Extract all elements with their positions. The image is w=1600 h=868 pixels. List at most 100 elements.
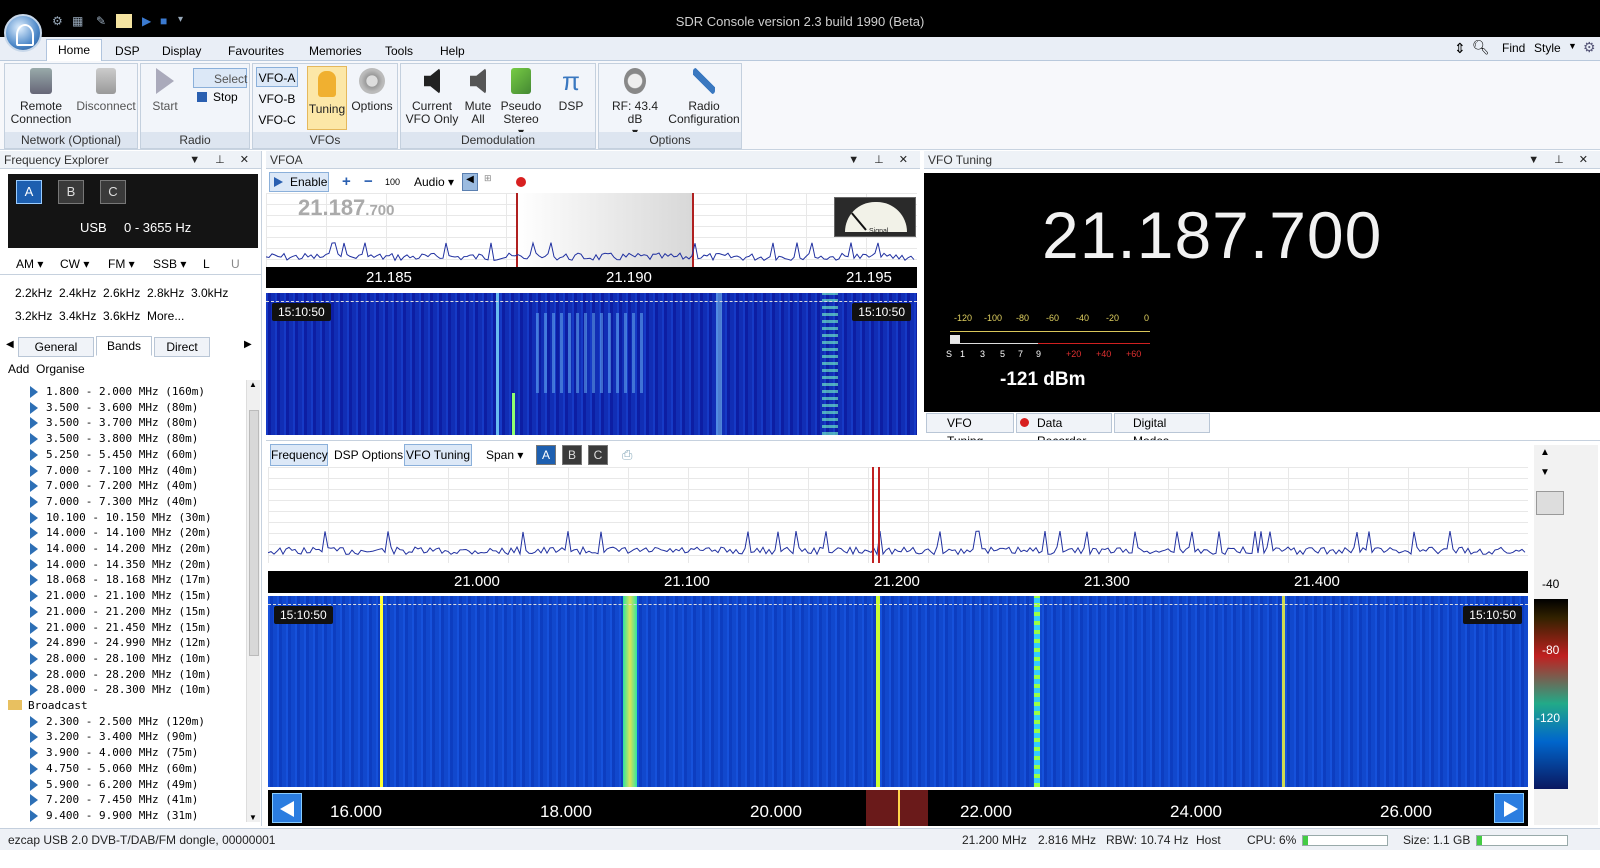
mode-ssb[interactable]: SSB ▾ <box>153 257 186 271</box>
overview-scale[interactable]: 16.000 18.000 20.000 22.000 24.000 26.00… <box>268 790 1528 826</box>
bandwidth-3.6[interactable]: 3.6kHz <box>103 309 140 323</box>
print-icon[interactable]: ⎙ <box>622 447 632 463</box>
plus-icon[interactable]: + <box>342 173 351 190</box>
bandwidth-more[interactable]: More... <box>147 309 184 323</box>
speaker-icon[interactable]: ◀ <box>462 173 478 191</box>
band-item[interactable]: 14.000 - 14.100 MHz (20m) <box>46 525 212 541</box>
rf-gain-button[interactable]: RF: 43.4 dB▾ <box>603 68 667 139</box>
tab-help[interactable]: Help <box>430 41 475 61</box>
start-button[interactable]: Start <box>145 68 185 113</box>
vfoa-frequency-scale[interactable]: 21.185 21.190 21.195 <box>266 267 917 288</box>
tab-home[interactable]: Home <box>46 39 102 61</box>
radio-configuration-button[interactable]: Radio Configuration <box>667 68 741 126</box>
main-frequency-scale[interactable]: 21.000 21.100 21.200 21.300 21.400 <box>268 571 1528 593</box>
vfo-marker-left[interactable] <box>872 467 874 563</box>
vfo-a-button[interactable]: VFO-A <box>256 67 298 87</box>
tab-scroll-right-icon[interactable]: ▶ <box>244 339 252 350</box>
folder-icon[interactable] <box>116 14 132 28</box>
tool-icon[interactable]: ✎ <box>96 14 110 28</box>
style-menu[interactable]: Style <box>1534 41 1561 55</box>
scroll-thumb[interactable] <box>249 410 259 656</box>
band-item[interactable]: 14.000 - 14.200 MHz (20m) <box>46 541 212 557</box>
mode-fm[interactable]: FM ▾ <box>108 257 135 271</box>
collapse-up-icon[interactable]: ▲ <box>1540 447 1550 458</box>
band-item[interactable]: 3.500 - 3.700 MHz (80m) <box>46 415 198 431</box>
pseudo-stereo-button[interactable]: PseudoStereo ▾ <box>499 68 543 139</box>
panel-controls[interactable]: ▼ ⊥ ✕ <box>1528 151 1594 169</box>
settings-icon[interactable]: ⚙ <box>52 14 66 28</box>
band-item[interactable]: 28.000 - 28.300 MHz (10m) <box>46 682 212 698</box>
step-value[interactable]: 100 <box>385 177 400 187</box>
main-spectrum[interactable] <box>268 467 1528 563</box>
disconnect-button[interactable]: Disconnect <box>75 68 137 113</box>
main-vfo-a[interactable]: A <box>536 445 556 465</box>
tab-favourites[interactable]: Favourites <box>218 41 294 61</box>
help-icon[interactable]: ⚙ <box>1583 39 1596 56</box>
vfoa-waterfall[interactable]: 15:10:50 15:10:50 <box>266 293 917 435</box>
select-button[interactable]: Select <box>193 68 247 88</box>
band-item[interactable]: 7.000 - 7.200 MHz (40m) <box>46 478 198 494</box>
bandwidth-2.4[interactable]: 2.4kHz <box>59 286 96 300</box>
panel-controls[interactable]: ▼ ⊥ ✕ <box>848 151 914 169</box>
tuning-button[interactable]: Tuning <box>307 66 347 130</box>
tab-general[interactable]: General <box>18 337 94 357</box>
up-down-icon[interactable]: ⇕ <box>1454 40 1466 57</box>
band-item[interactable]: 3.200 - 3.400 MHz (90m) <box>46 729 198 745</box>
band-item[interactable]: 5.250 - 5.450 MHz (60m) <box>46 447 198 463</box>
band-item[interactable]: 3.900 - 4.000 MHz (75m) <box>46 745 198 761</box>
band-item[interactable]: 9.400 - 9.900 MHz (31m) <box>46 808 198 824</box>
tab-display[interactable]: Display <box>152 41 211 61</box>
main-vfo-c[interactable]: C <box>588 445 608 465</box>
band-item[interactable]: 28.000 - 28.200 MHz (10m) <box>46 667 212 683</box>
band-item[interactable]: 14.000 - 14.350 MHz (20m) <box>46 557 212 573</box>
chevron-down-icon[interactable]: ▼ <box>1568 41 1577 51</box>
tree-folder[interactable]: Broadcast <box>28 698 88 714</box>
spectrum-settings-icon[interactable] <box>1536 491 1564 515</box>
band-item[interactable]: 3.500 - 3.800 MHz (80m) <box>46 431 198 447</box>
band-item[interactable]: 5.900 - 6.200 MHz (49m) <box>46 777 198 793</box>
scroll-down-icon[interactable]: ▼ <box>249 813 257 822</box>
main-vfo-b[interactable]: B <box>562 445 582 465</box>
vfo-c-toggle[interactable]: C <box>100 180 126 204</box>
band-item[interactable]: 21.000 - 21.200 MHz (15m) <box>46 604 212 620</box>
scroll-up-icon[interactable]: ▲ <box>249 380 257 389</box>
minus-icon[interactable]: − <box>364 173 373 190</box>
bandwidth-2.2[interactable]: 2.2kHz <box>15 286 52 300</box>
organise-button[interactable]: Organise <box>36 362 85 376</box>
tree-scrollbar[interactable]: ▲ ▼ <box>246 380 260 822</box>
scroll-left-button[interactable] <box>272 793 302 823</box>
mute-all-button[interactable]: Mute All <box>461 68 495 126</box>
tab-vfo-tuning-toggle[interactable]: VFO Tuning <box>404 444 472 466</box>
main-waterfall[interactable]: 15:10:50 15:10:50 <box>268 596 1528 787</box>
band-item[interactable]: 24.890 - 24.990 MHz (12m) <box>46 635 212 651</box>
tab-frequency[interactable]: Frequency <box>270 444 328 466</box>
tab-scroll-left-icon[interactable]: ◀ <box>6 339 14 350</box>
bandwidth-2.6[interactable]: 2.6kHz <box>103 286 140 300</box>
vfo-c-button[interactable]: VFO-C <box>256 110 298 130</box>
band-item[interactable]: 4.750 - 5.060 MHz (60m) <box>46 761 198 777</box>
find-button[interactable]: Find <box>1502 41 1525 55</box>
tab-data-recorder[interactable]: Data Recorder <box>1016 413 1112 448</box>
mode-cw[interactable]: CW ▾ <box>60 257 89 271</box>
band-item[interactable]: 3.500 - 3.600 MHz (80m) <box>46 400 198 416</box>
bandwidth-3.2[interactable]: 3.2kHz <box>15 309 52 323</box>
vfo-marker-right[interactable] <box>878 467 880 563</box>
tab-bands[interactable]: Bands <box>96 336 152 356</box>
visible-range-indicator[interactable] <box>866 790 928 826</box>
vfoa-spectrum[interactable]: 21.187.700 Signal <box>266 193 917 267</box>
color-scale-bar[interactable] <box>1534 599 1568 789</box>
vfo-frequency[interactable]: 21.187.700 <box>1042 197 1382 273</box>
vfo-tuning-display[interactable]: 21.187.700 -120 -100 -80 -60 -40 -20 0 S… <box>924 173 1600 412</box>
vfo-b-toggle[interactable]: B <box>58 180 84 204</box>
mode-usb[interactable]: U <box>231 257 240 271</box>
application-menu-button[interactable] <box>4 14 42 52</box>
search-icon[interactable]: 🔍︎ <box>1472 39 1490 56</box>
add-button[interactable]: Add <box>8 362 29 376</box>
play-icon[interactable]: ▶ <box>142 14 156 28</box>
band-item[interactable]: 7.200 - 7.450 MHz (41m) <box>46 792 198 808</box>
band-item[interactable]: 10.100 - 10.150 MHz (30m) <box>46 510 212 526</box>
band-item[interactable]: 21.000 - 21.100 MHz (15m) <box>46 588 212 604</box>
scroll-right-button[interactable] <box>1494 793 1524 823</box>
stop-icon[interactable]: ■ <box>160 14 174 28</box>
mode-lsb[interactable]: L <box>203 257 210 271</box>
